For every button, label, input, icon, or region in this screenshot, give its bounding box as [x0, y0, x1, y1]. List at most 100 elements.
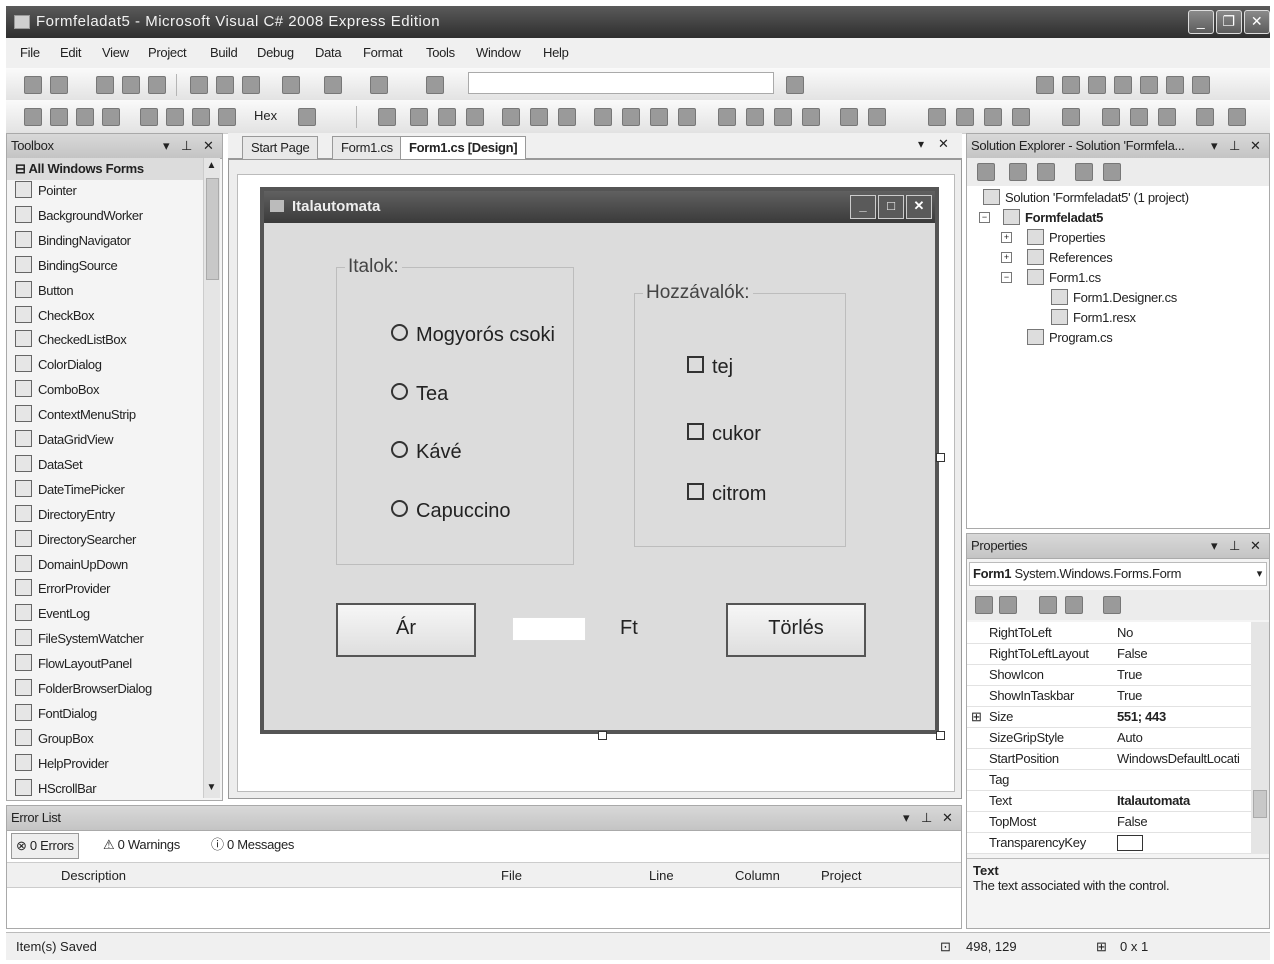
tree-project[interactable]: Formfeladat5: [1003, 208, 1103, 228]
radio-kave[interactable]: Kávé: [391, 439, 462, 465]
hex-button[interactable]: Hex: [254, 106, 277, 126]
size-to-grid-icon[interactable]: [678, 108, 696, 126]
dropdown-icon[interactable]: ▾: [163, 134, 170, 158]
property-row[interactable]: RightToLeft No: [967, 622, 1251, 644]
resize-handle-bottom[interactable]: [598, 731, 607, 740]
show-next-statement-icon[interactable]: [140, 108, 158, 126]
menu-window[interactable]: Window: [476, 38, 521, 68]
tree-form1[interactable]: Form1.cs: [1027, 268, 1101, 288]
send-to-back-icon[interactable]: [1012, 108, 1030, 126]
properties-icon[interactable]: [977, 163, 995, 181]
start-debug-icon[interactable]: [426, 76, 444, 94]
clear-button[interactable]: Törlés: [726, 603, 866, 657]
property-row[interactable]: StartPosition WindowsDefaultLocati: [967, 748, 1251, 770]
dropdown-icon[interactable]: ▾: [903, 806, 910, 830]
save-icon[interactable]: [122, 76, 140, 94]
toolbox-item[interactable]: DateTimePicker: [15, 479, 125, 501]
toolbox-item[interactable]: Button: [15, 280, 74, 302]
tab-start-page[interactable]: Start Page: [242, 136, 319, 159]
restore-icon[interactable]: ❐: [1216, 10, 1242, 34]
make-same-size-icon[interactable]: [650, 108, 668, 126]
property-row[interactable]: Text Italautomata: [967, 790, 1251, 812]
close-icon[interactable]: ✕: [1244, 10, 1270, 34]
toolbox-item[interactable]: ErrorProvider: [15, 578, 111, 600]
close-icon[interactable]: ✕: [942, 806, 953, 830]
step-out-icon[interactable]: [218, 108, 236, 126]
increase-horizontal-spacing-icon[interactable]: [746, 108, 764, 126]
price-button[interactable]: Ár: [336, 603, 476, 657]
format-icon[interactable]: [1130, 108, 1148, 126]
tree-solution[interactable]: Solution 'Formfeladat5' (1 project): [983, 188, 1189, 208]
toolbox-item[interactable]: CheckBox: [15, 305, 94, 327]
property-value[interactable]: False: [1117, 643, 1251, 664]
object-selector[interactable]: Form1 System.Windows.Forms.Form ▾: [969, 562, 1267, 586]
tab-form1-design[interactable]: Form1.cs [Design]: [400, 136, 527, 159]
find-combo[interactable]: [468, 72, 774, 94]
toolbox-item[interactable]: BackgroundWorker: [15, 205, 143, 227]
menu-project[interactable]: Project: [148, 38, 187, 68]
undo-icon[interactable]: [282, 76, 300, 94]
add-item-icon[interactable]: [50, 76, 68, 94]
new-project-icon[interactable]: [24, 76, 42, 94]
toolbox-item[interactable]: FolderBrowserDialog: [15, 678, 152, 700]
align-tops-icon[interactable]: [502, 108, 520, 126]
property-pages-icon[interactable]: [1103, 596, 1121, 614]
expand-icon[interactable]: +: [1001, 232, 1012, 243]
categorized-icon[interactable]: [975, 596, 993, 614]
menu-data[interactable]: Data: [315, 38, 342, 68]
tab-order-icon[interactable]: [1062, 108, 1080, 126]
radio-tea[interactable]: Tea: [391, 381, 448, 407]
options-icon[interactable]: [1166, 76, 1184, 94]
tree-properties[interactable]: Properties: [1027, 228, 1106, 248]
menu-edit[interactable]: Edit: [60, 38, 82, 68]
menu-view[interactable]: View: [102, 38, 129, 68]
bring-to-front-icon[interactable]: [984, 108, 1002, 126]
vertical-spacing-icon[interactable]: [840, 108, 858, 126]
align-middles-icon[interactable]: [530, 108, 548, 126]
center-vertically-icon[interactable]: [956, 108, 974, 126]
navigate-icon[interactable]: [370, 76, 388, 94]
toolbox-item[interactable]: Pointer: [15, 180, 77, 202]
property-row[interactable]: RightToLeftLayout False: [967, 643, 1251, 665]
object-browser-icon[interactable]: [1088, 76, 1106, 94]
toolbox-item[interactable]: ComboBox: [15, 379, 100, 401]
property-value[interactable]: Auto: [1117, 727, 1251, 748]
align-bottoms-icon[interactable]: [558, 108, 576, 126]
expand-icon[interactable]: +: [1001, 252, 1012, 263]
toolbox-item[interactable]: DirectorySearcher: [15, 529, 136, 551]
collapse-icon[interactable]: −: [1001, 272, 1012, 283]
copy-icon[interactable]: [216, 76, 234, 94]
messages-filter[interactable]: ⓘ 0 Messages: [211, 833, 294, 857]
open-icon[interactable]: [96, 76, 114, 94]
close-icon[interactable]: ✕: [938, 136, 949, 152]
menu-help[interactable]: Help: [543, 38, 569, 68]
tree-references[interactable]: References: [1027, 248, 1113, 268]
scroll-thumb[interactable]: [206, 178, 219, 280]
toolbox-item[interactable]: ColorDialog: [15, 354, 102, 376]
properties-view-icon[interactable]: [1039, 596, 1057, 614]
toolbox-item[interactable]: DataGridView: [15, 429, 114, 451]
resize-handle-right[interactable]: [936, 453, 945, 462]
design-surface[interactable]: Italautomata _ □ ✕ Italok: Mogyorós csok…: [237, 174, 955, 792]
column-line[interactable]: Line: [649, 864, 674, 888]
make-same-width-icon[interactable]: [594, 108, 612, 126]
column-column[interactable]: Column: [735, 864, 780, 888]
property-row[interactable]: ⊞ Size 551; 443: [967, 706, 1251, 728]
property-value[interactable]: 551; 443: [1117, 706, 1251, 727]
align-to-grid-icon[interactable]: [378, 108, 396, 126]
align-lefts-icon[interactable]: [410, 108, 428, 126]
properties-window-icon[interactable]: [1062, 76, 1080, 94]
alphabetical-icon[interactable]: [999, 596, 1017, 614]
close-icon[interactable]: ✕: [203, 134, 214, 158]
toolbox-section-all-windows-forms[interactable]: ⊟ All Windows Forms: [7, 158, 204, 180]
property-row[interactable]: TopMost False: [967, 811, 1251, 833]
property-row[interactable]: SizeGripStyle Auto: [967, 727, 1251, 749]
toolbox-item[interactable]: FileSystemWatcher: [15, 628, 144, 650]
view-designer-icon[interactable]: [1103, 163, 1121, 181]
save-all-icon[interactable]: [148, 76, 166, 94]
continue-icon[interactable]: [24, 108, 42, 126]
menu-tools[interactable]: Tools: [426, 38, 455, 68]
property-row[interactable]: TransparencyKey: [967, 832, 1251, 854]
toolbox-item[interactable]: EventLog: [15, 603, 90, 625]
show-all-files-icon[interactable]: [1009, 163, 1027, 181]
